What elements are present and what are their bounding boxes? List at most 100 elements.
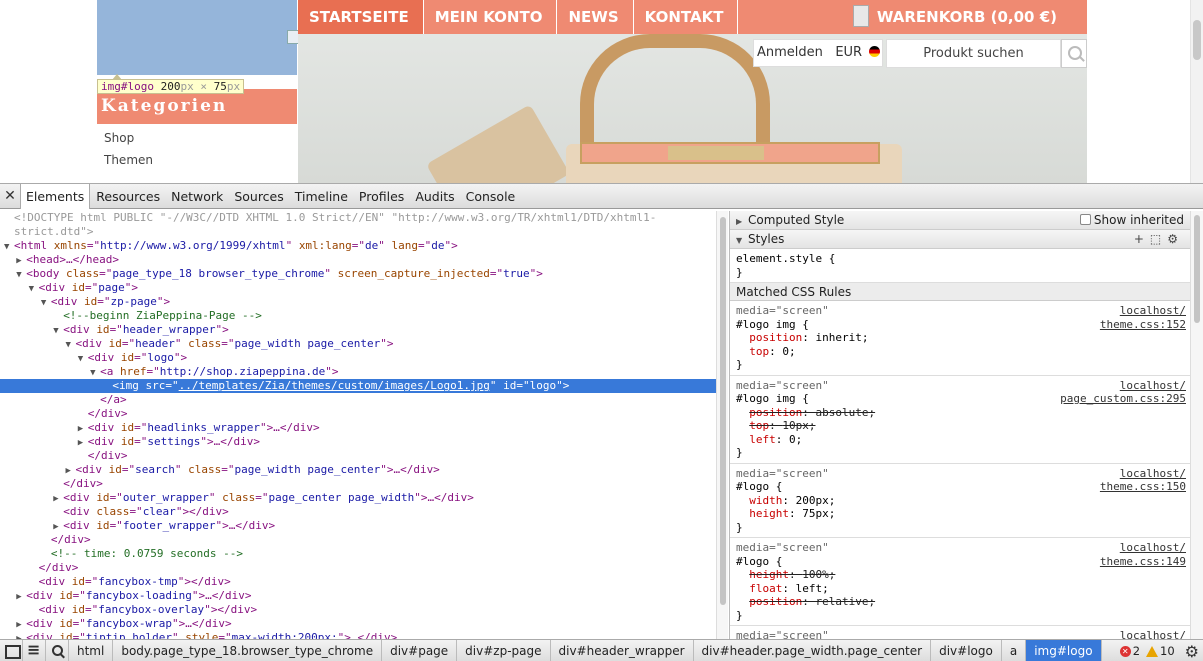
tab-sources[interactable]: Sources — [229, 184, 288, 208]
expand-triangle-icon[interactable]: ▶ — [16, 618, 26, 632]
css-property-name[interactable]: width — [749, 494, 782, 507]
dom-node-row[interactable]: ▶ <div id="fancybox-wrap">…</div> — [0, 617, 716, 631]
cart-link[interactable]: WARENKORB (0,00 €) — [842, 0, 1087, 34]
css-property[interactable]: height: 100%; — [749, 568, 835, 581]
dom-node-row[interactable]: strict.dtd"> — [0, 225, 716, 239]
rule-selector[interactable]: #logo img { — [736, 392, 809, 405]
search-icon[interactable] — [46, 640, 69, 661]
tab-network[interactable]: Network — [166, 184, 228, 208]
expand-triangle-icon[interactable]: ▶ — [78, 436, 88, 450]
gear-icon[interactable]: ⚙ — [1167, 232, 1184, 246]
dom-node-row[interactable]: <div id="fancybox-overlay"></div> — [0, 603, 716, 617]
dom-node-row[interactable]: </div> — [0, 449, 716, 463]
collapse-triangle-icon[interactable]: ▼ — [29, 282, 39, 296]
css-property-name[interactable]: float — [749, 582, 782, 595]
css-property-name[interactable]: position — [749, 331, 802, 344]
css-rule[interactable]: media="screen" localhost/ #logo img {them… — [730, 301, 1190, 376]
collapse-triangle-icon[interactable]: ▼ — [41, 296, 51, 310]
dom-node-row[interactable]: </div> — [0, 407, 716, 421]
expand-triangle-icon[interactable]: ▶ — [16, 254, 26, 268]
css-property[interactable]: left: 0; — [749, 433, 802, 446]
logo-highlight[interactable] — [97, 0, 301, 75]
dom-node-row[interactable]: <!DOCTYPE html PUBLIC "-//W3C//DTD XHTML… — [0, 211, 716, 225]
dom-node-row[interactable]: ▶ <div id="footer_wrapper">…</div> — [0, 519, 716, 533]
rule-source-host[interactable]: localhost/ — [1120, 629, 1186, 639]
dom-node-row[interactable]: ▼ <div id="header_wrapper"> — [0, 323, 716, 337]
breadcrumb-item[interactable]: div#zp-page — [457, 640, 551, 661]
css-property[interactable]: position: inherit; — [749, 331, 868, 344]
warning-count[interactable]: 10 — [1160, 644, 1175, 658]
cart-label[interactable]: WARENKORB (0,00 €) — [877, 8, 1057, 26]
dom-node-row[interactable]: ▶ <div id="headlinks_wrapper">…</div> — [0, 421, 716, 435]
collapse-triangle-icon[interactable]: ▼ — [736, 231, 748, 250]
dom-node-row[interactable]: ▶ <div id="fancybox-loading">…</div> — [0, 589, 716, 603]
nav-item-0[interactable]: STARTSEITE — [298, 0, 424, 34]
rule-source-host[interactable]: localhost/ — [1120, 379, 1186, 393]
collapse-triangle-icon[interactable]: ▼ — [78, 352, 88, 366]
nav-item-2[interactable]: NEWS — [557, 0, 634, 34]
dom-node-row[interactable]: ▶ <div id="tiptip_holder" style="max-widt… — [0, 631, 716, 639]
css-property-value[interactable]: relative — [815, 595, 868, 608]
dom-node-row[interactable]: </div> — [0, 477, 716, 491]
css-property[interactable]: position: absolute; — [749, 406, 875, 419]
dom-node-row[interactable]: </div> — [0, 561, 716, 575]
tab-elements[interactable]: Elements — [20, 183, 91, 209]
rule-source-host[interactable]: localhost/ — [1120, 467, 1186, 481]
dock-icon[interactable] — [0, 640, 23, 661]
styles-scrollbar[interactable] — [1190, 211, 1203, 639]
css-property-name[interactable]: height — [749, 568, 789, 581]
expand-triangle-icon[interactable]: ▶ — [66, 464, 76, 478]
error-icon[interactable]: ✕ — [1119, 645, 1131, 657]
css-property-value[interactable]: absolute — [815, 406, 868, 419]
element-state-icon[interactable]: ⬚ — [1150, 232, 1167, 246]
css-property-value[interactable]: 10px — [782, 419, 809, 432]
show-inherited-checkbox[interactable]: Show inherited — [1079, 211, 1184, 230]
tab-audits[interactable]: Audits — [410, 184, 459, 208]
css-property-name[interactable]: top — [749, 345, 769, 358]
product-search-input[interactable]: Produkt suchen — [886, 39, 1061, 68]
rule-selector[interactable]: #logo img { — [736, 318, 809, 331]
css-property[interactable]: position: relative; — [749, 595, 875, 608]
css-property[interactable]: top: 0; — [749, 345, 795, 358]
rule-selector[interactable]: #logo { — [736, 480, 782, 493]
css-property-value[interactable]: 100% — [802, 568, 829, 581]
nav-item-1[interactable]: MEIN KONTO — [424, 0, 558, 34]
tab-resources[interactable]: Resources — [91, 184, 165, 208]
expand-triangle-icon[interactable]: ▶ — [16, 632, 26, 639]
dom-node-row[interactable]: ▶ <head>…</head> — [0, 253, 716, 267]
computed-style-header[interactable]: ▶ Computed Style Show inherited — [730, 211, 1190, 230]
dom-node-row[interactable]: ▶ <div id="outer_wrapper" class="page_cen… — [0, 491, 716, 505]
shopping-bag-icon[interactable] — [852, 5, 869, 27]
page-scrollbar[interactable] — [1190, 0, 1203, 183]
dom-node-row[interactable]: ▶ <div id="search" class="page_width page… — [0, 463, 716, 477]
dom-attr-value[interactable]: ../templates/Zia/themes/custom/images/Lo… — [179, 379, 490, 392]
breadcrumb-item[interactable]: div#header.page_width.page_center — [694, 640, 932, 661]
css-property-value[interactable]: 200px — [796, 494, 829, 507]
checkbox-icon[interactable] — [1079, 214, 1091, 225]
elements-scroll-thumb[interactable] — [720, 217, 726, 605]
dom-node-row[interactable]: ▼ <a href="http://shop.ziapeppina.de"> — [0, 365, 716, 379]
rule-source-host[interactable]: localhost/ — [1120, 304, 1186, 318]
css-property-name[interactable]: top — [749, 419, 769, 432]
expand-triangle-icon[interactable]: ▶ — [53, 520, 63, 534]
dom-node-row[interactable]: <div class="clear"></div> — [0, 505, 716, 519]
dom-node-row[interactable]: <!--beginn ZiaPeppina-Page --> — [0, 309, 716, 323]
css-rule[interactable]: media="screen" localhost/ #logo {theme.cs… — [730, 464, 1190, 538]
css-property[interactable]: height: 75px; — [749, 507, 835, 520]
rule-selector[interactable]: #logo { — [736, 555, 782, 568]
dom-node-row[interactable]: ▼ <div id="header" class="page_width page… — [0, 337, 716, 351]
rule-source-file[interactable]: page_custom.css:295 — [1060, 392, 1186, 406]
login-currency-box[interactable]: Anmelden EUR — [753, 39, 883, 67]
dom-node-row[interactable]: ▶ <div id="settings">…</div> — [0, 435, 716, 449]
error-count[interactable]: 2 — [1133, 644, 1140, 658]
css-property-value[interactable]: 0 — [789, 433, 796, 446]
new-rule-icon[interactable]: + — [1134, 232, 1150, 246]
settings-gear-icon[interactable]: ⚙ — [1185, 642, 1199, 661]
expand-triangle-icon[interactable]: ▶ — [53, 492, 63, 506]
console-drawer-icon[interactable] — [23, 640, 46, 661]
dom-node-row[interactable]: </a> — [0, 393, 716, 407]
german-flag-icon[interactable] — [869, 46, 881, 57]
css-property-value[interactable]: left — [796, 582, 823, 595]
css-property-value[interactable]: 75px — [802, 507, 829, 520]
warning-icon[interactable] — [1146, 645, 1159, 657]
